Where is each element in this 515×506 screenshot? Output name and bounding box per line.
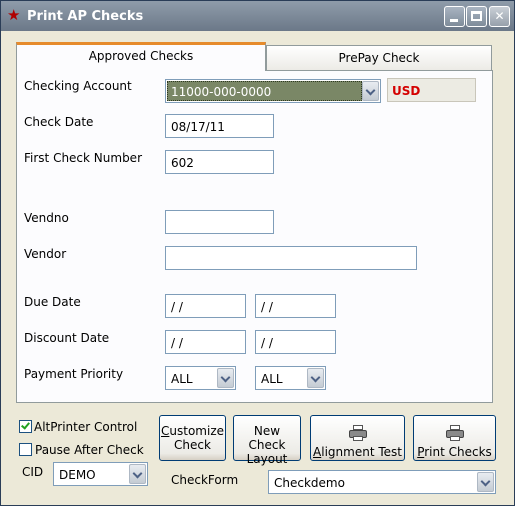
alt-printer-control-label: AltPrinter Control <box>34 420 138 434</box>
payment-priority-to-dropdown-button[interactable] <box>307 368 324 388</box>
payment-priority-from-select[interactable]: ALL <box>165 366 236 390</box>
checking-account-label: Checking Account <box>24 79 132 93</box>
first-check-number-field[interactable]: 602 <box>165 150 274 174</box>
printer-icon <box>445 425 464 441</box>
maximize-button[interactable] <box>466 6 487 27</box>
payment-priority-to-value: ALL <box>261 372 283 386</box>
discount-date-label: Discount Date <box>24 331 110 345</box>
new-check-layout-line1: New Check <box>248 424 286 452</box>
checking-account-select[interactable]: 11000-000-0000 <box>165 79 381 103</box>
new-check-layout-button[interactable]: New Check Layout <box>233 415 301 466</box>
alignment-test-button[interactable]: Alignment Test <box>310 415 405 461</box>
alignment-test-label: Alignment Test <box>313 445 402 459</box>
customize-check-line2: Check <box>174 438 211 452</box>
vendor-field[interactable] <box>165 246 417 270</box>
checkform-select[interactable]: Checkdemo <box>268 470 496 494</box>
tab-prepay-check[interactable]: PrePay Check <box>266 45 492 71</box>
currency-box: USD <box>387 78 476 102</box>
title-bar[interactable]: ★ Print AP Checks ✕ <box>1 1 514 31</box>
customize-check-line1: Customize <box>161 424 224 438</box>
maximize-icon <box>471 11 482 21</box>
first-check-number-label: First Check Number <box>24 151 143 165</box>
check-date-label: Check Date <box>24 115 94 129</box>
due-date-label: Due Date <box>24 295 81 309</box>
check-date-field[interactable]: 08/17/11 <box>165 114 274 138</box>
payment-priority-to-select[interactable]: ALL <box>255 366 326 390</box>
pause-after-check-label: Pause After Check <box>35 443 144 457</box>
alt-printer-control-checkbox[interactable] <box>19 420 32 433</box>
payment-priority-from-value: ALL <box>171 372 193 386</box>
checkform-dropdown-button[interactable] <box>477 472 494 492</box>
print-checks-label: Print Checks <box>417 445 492 459</box>
checkmark-icon <box>21 420 30 430</box>
chevron-down-icon <box>310 372 321 383</box>
chevron-down-icon <box>220 372 231 383</box>
due-date-to-field[interactable]: / / <box>255 294 336 318</box>
chevron-down-icon <box>132 468 143 479</box>
minimize-icon <box>450 19 458 22</box>
printer-icon <box>348 425 367 441</box>
due-date-from-field[interactable]: / / <box>165 294 246 318</box>
payment-priority-from-dropdown-button[interactable] <box>217 368 234 388</box>
checking-account-value: 11000-000-0000 <box>171 85 272 99</box>
discount-date-to-field[interactable]: / / <box>255 330 336 354</box>
checkform-value: Checkdemo <box>274 476 345 490</box>
cid-label: CID <box>22 465 44 479</box>
customize-check-button[interactable]: Customize Check <box>159 415 226 461</box>
vendno-label: Vendno <box>24 211 69 225</box>
close-icon: ✕ <box>494 9 505 23</box>
checking-account-dropdown-button[interactable] <box>362 81 379 101</box>
tab-approved-checks[interactable]: Approved Checks <box>16 42 266 71</box>
vendno-field[interactable] <box>165 210 274 234</box>
cid-value: DEMO <box>59 468 96 482</box>
close-button[interactable]: ✕ <box>489 6 510 27</box>
vendor-label: Vendor <box>24 247 67 261</box>
new-check-layout-line2: Layout <box>246 452 288 466</box>
chevron-down-icon <box>480 476 491 487</box>
cid-dropdown-button[interactable] <box>129 464 146 484</box>
cid-select[interactable]: DEMO <box>53 462 148 486</box>
checkform-label: CheckForm <box>171 473 239 487</box>
window-title: Print AP Checks <box>27 9 144 24</box>
discount-date-from-field[interactable]: / / <box>165 330 246 354</box>
currency-code: USD <box>392 84 421 98</box>
star-icon: ★ <box>7 6 21 24</box>
chevron-down-icon <box>365 85 376 96</box>
print-checks-button[interactable]: Print Checks <box>413 415 496 461</box>
print-ap-checks-window: ★ Print AP Checks ✕ Approved Checks PreP… <box>0 0 515 506</box>
minimize-button[interactable] <box>444 6 465 27</box>
pause-after-check-checkbox[interactable] <box>19 443 32 456</box>
payment-priority-label: Payment Priority <box>24 367 124 381</box>
